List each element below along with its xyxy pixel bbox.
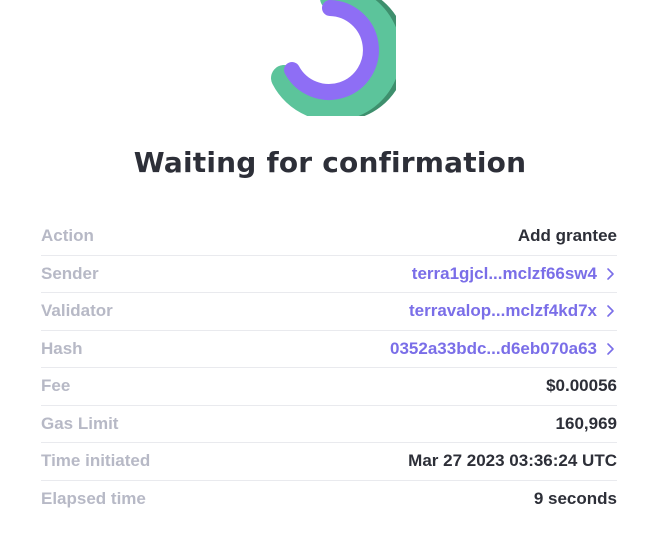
confirmation-page: Waiting for confirmation Action Add gran… (0, 0, 660, 546)
detail-label: Validator (41, 301, 113, 321)
detail-row-action: Action Add grantee (41, 218, 617, 256)
chevron-right-icon (607, 267, 614, 280)
transaction-details: Action Add grantee Sender terra1gjcl...m… (41, 218, 617, 518)
detail-value: Add grantee (517, 226, 617, 246)
detail-label: Time initiated (41, 451, 151, 471)
detail-row-validator: Validator terravalop...mclzf4kd7x (41, 293, 617, 331)
detail-value: 160,969 (555, 413, 617, 433)
detail-row-fee: Fee $0.00056 (41, 368, 617, 406)
loading-spinner-icon (271, 0, 396, 116)
detail-value: $0.00056 (546, 376, 617, 396)
chevron-right-icon (607, 342, 614, 355)
detail-value: Mar 27 2023 03:36:24 UTC (408, 451, 617, 471)
detail-value: 9 seconds (533, 489, 617, 509)
detail-label: Gas Limit (41, 413, 119, 433)
chevron-right-icon (607, 305, 614, 318)
detail-row-sender: Sender terra1gjcl...mclzf66sw4 (41, 256, 617, 293)
detail-label: Sender (41, 263, 99, 283)
validator-address-link[interactable]: terravalop...mclzf4kd7x (409, 301, 617, 321)
detail-row-gas-limit: Gas Limit 160,969 (41, 406, 617, 443)
detail-label: Fee (41, 376, 71, 396)
detail-row-time-initiated: Time initiated Mar 27 2023 03:36:24 UTC (41, 443, 617, 481)
detail-label: Action (41, 226, 94, 246)
detail-row-elapsed-time: Elapsed time 9 seconds (41, 481, 617, 519)
detail-row-hash: Hash 0352a33bdc...d6eb070a63 (41, 331, 617, 368)
transaction-hash-link[interactable]: 0352a33bdc...d6eb070a63 (390, 339, 617, 359)
sender-address-link[interactable]: terra1gjcl...mclzf66sw4 (412, 264, 617, 284)
detail-label: Elapsed time (41, 489, 146, 509)
detail-label: Hash (41, 338, 83, 358)
page-title: Waiting for confirmation (133, 146, 527, 179)
